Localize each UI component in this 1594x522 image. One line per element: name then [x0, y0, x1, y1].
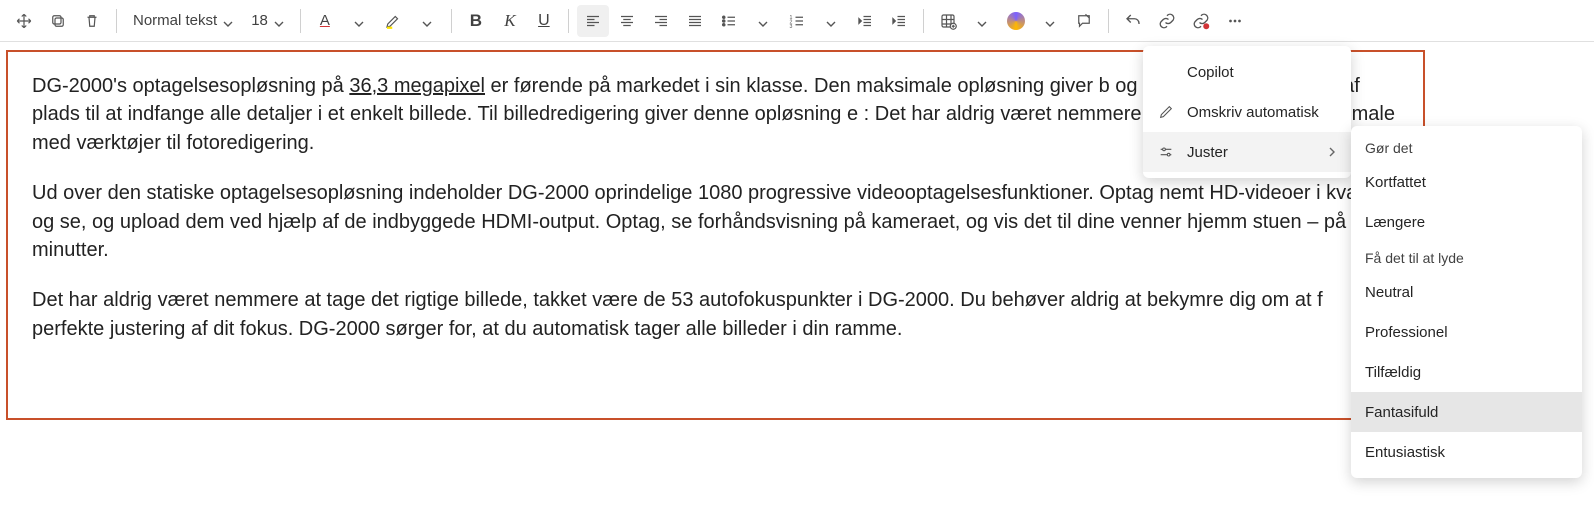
menu-label: Neutral	[1365, 284, 1413, 301]
font-size-combo[interactable]: 18	[243, 5, 292, 37]
unlink-button[interactable]	[1185, 5, 1217, 37]
copilot-adjust-item[interactable]: Juster	[1143, 132, 1351, 172]
adjust-item-kortfattet[interactable]: Kortfattet	[1351, 162, 1582, 202]
submenu-section-label: Gør det	[1351, 132, 1582, 162]
menu-label: Professionel	[1365, 324, 1448, 341]
adjust-item-neutral[interactable]: Neutral	[1351, 272, 1582, 312]
adjust-item-professionel[interactable]: Professionel	[1351, 312, 1582, 352]
font-color-button[interactable]: A	[309, 5, 341, 37]
svg-text:3: 3	[789, 23, 792, 29]
copilot-button[interactable]	[1000, 5, 1032, 37]
bullet-list-dropdown[interactable]	[747, 5, 779, 37]
copilot-icon	[1007, 12, 1025, 30]
menu-label: Tilfældig	[1365, 364, 1421, 381]
text-run: DG-2000's optagelsesopløsning på	[32, 75, 349, 97]
copilot-menu-title[interactable]: Copilot	[1143, 52, 1351, 92]
font-color-dropdown[interactable]	[343, 5, 375, 37]
separator	[568, 9, 569, 33]
chevron-right-icon	[1327, 144, 1337, 161]
style-name: Normal tekst	[133, 12, 217, 29]
numbered-list-button[interactable]: 123	[781, 5, 813, 37]
adjust-item-laengere[interactable]: Længere	[1351, 202, 1582, 242]
sliders-icon	[1157, 144, 1175, 160]
align-justify-button[interactable]	[679, 5, 711, 37]
decrease-indent-button[interactable]	[849, 5, 881, 37]
align-right-button[interactable]	[645, 5, 677, 37]
undo-button[interactable]	[1117, 5, 1149, 37]
adjust-item-fantasifuld[interactable]: Fantasifuld	[1351, 392, 1582, 432]
numbered-list-dropdown[interactable]	[815, 5, 847, 37]
table-button[interactable]	[932, 5, 964, 37]
move-icon[interactable]	[8, 5, 40, 37]
delete-icon[interactable]	[76, 5, 108, 37]
separator	[300, 9, 301, 33]
bold-button[interactable]: B	[460, 5, 492, 37]
underline-button[interactable]: U	[528, 5, 560, 37]
menu-label: Omskriv automatisk	[1187, 104, 1337, 121]
menu-label: Copilot	[1187, 64, 1337, 81]
separator	[451, 9, 452, 33]
increase-indent-button[interactable]	[883, 5, 915, 37]
chevron-down-icon	[274, 16, 284, 26]
separator	[923, 9, 924, 33]
comment-button[interactable]	[1068, 5, 1100, 37]
copy-icon[interactable]	[42, 5, 74, 37]
copilot-dropdown[interactable]	[1034, 5, 1066, 37]
submenu-section-label: Få det til at lyde	[1351, 242, 1582, 272]
highlight-dropdown[interactable]	[411, 5, 443, 37]
menu-label: Kortfattet	[1365, 174, 1426, 191]
menu-label: Fantasifuld	[1365, 404, 1438, 421]
italic-button[interactable]: K	[494, 5, 526, 37]
separator	[116, 9, 117, 33]
menu-label: Juster	[1187, 144, 1315, 161]
align-left-button[interactable]	[577, 5, 609, 37]
paragraph-3: Det har aldrig været nemmere at tage det…	[32, 286, 1399, 343]
adjust-item-tilfaeldig[interactable]: Tilfældig	[1351, 352, 1582, 392]
separator	[1108, 9, 1109, 33]
copilot-menu: Copilot Omskriv automatisk Juster	[1143, 46, 1351, 178]
more-button[interactable]	[1219, 5, 1251, 37]
bullet-list-button[interactable]	[713, 5, 745, 37]
table-dropdown[interactable]	[966, 5, 998, 37]
link-button[interactable]	[1151, 5, 1183, 37]
align-center-button[interactable]	[611, 5, 643, 37]
underlined-text: 36,3 megapixel	[349, 75, 485, 97]
copilot-rewrite-item[interactable]: Omskriv automatisk	[1143, 92, 1351, 132]
adjust-item-entusiastisk[interactable]: Entusiastisk	[1351, 432, 1582, 472]
font-size: 18	[251, 12, 268, 29]
style-combo[interactable]: Normal tekst	[125, 5, 241, 37]
highlight-button[interactable]	[377, 5, 409, 37]
menu-label: Entusiastisk	[1365, 444, 1445, 461]
chevron-down-icon	[223, 16, 233, 26]
toolbar: Normal tekst 18 A B K U 123	[0, 0, 1594, 42]
adjust-submenu: Gør det Kortfattet Længere Få det til at…	[1351, 126, 1582, 478]
paragraph-2: Ud over den statiske optagelsesopløsning…	[32, 179, 1399, 264]
pen-icon	[1157, 104, 1175, 120]
menu-label: Længere	[1365, 214, 1425, 231]
